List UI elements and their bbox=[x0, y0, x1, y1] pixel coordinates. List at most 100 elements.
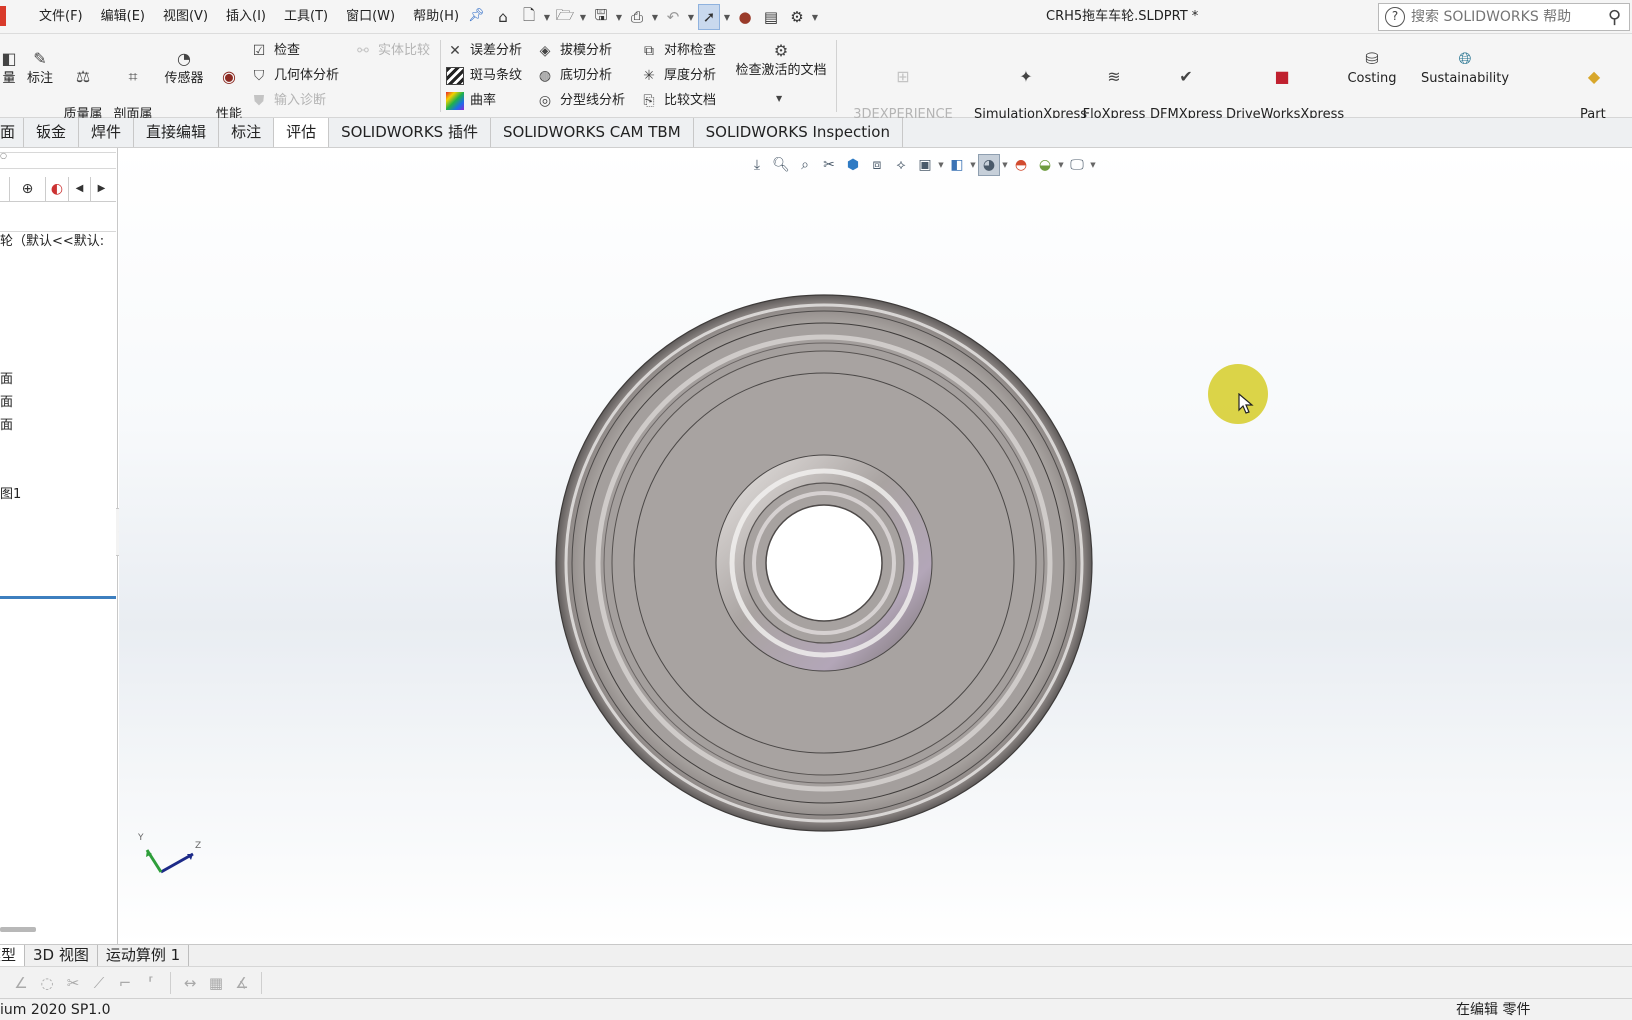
graphics-area[interactable]: ⤓ 🔍︎ ⌕ ✂ ⬢ ⧈ ⟡ ▣ ▼ ◧ ▼ ◕ ▼ ◓ ◒ ▼ 🖵︎ ▼ Y … bbox=[119, 148, 1632, 944]
geometry-analysis-button[interactable]: ⛉ 几何体分析 bbox=[250, 66, 339, 86]
menu-window[interactable]: 窗口(W) bbox=[337, 0, 404, 34]
measure-icon: ◧ bbox=[1, 49, 17, 68]
undercut-analysis-label: 底切分析 bbox=[560, 68, 613, 83]
corner-rectangle-icon[interactable]: ⌐ bbox=[112, 974, 138, 992]
edit-mode-label: 在编辑 零件 bbox=[1456, 1002, 1531, 1018]
panel-horizontal-scrollbar[interactable] bbox=[0, 927, 36, 932]
tree-part-node[interactable]: 轮（默认<<默认: bbox=[0, 230, 104, 249]
tab-solidworks-cam-tbm[interactable]: SOLIDWORKS CAM TBM bbox=[490, 118, 694, 147]
zebra-stripes-button[interactable]: 斑马条纹 bbox=[446, 66, 522, 86]
draft-analysis-button[interactable]: ◈ 拔模分析 bbox=[536, 41, 612, 61]
help-icon[interactable]: ? bbox=[1385, 7, 1405, 27]
save-dropdown-icon[interactable]: ▼ bbox=[614, 13, 624, 22]
menu-edit[interactable]: 编辑(E) bbox=[92, 0, 154, 34]
options-dropdown-icon[interactable]: ▼ bbox=[810, 13, 820, 22]
tab-solidworks-inspection[interactable]: SOLIDWORKS Inspection bbox=[693, 118, 903, 147]
select-pointer-icon[interactable]: ➚ bbox=[698, 4, 720, 30]
angle-dimension-icon[interactable]: ∡ bbox=[229, 974, 255, 992]
grid-icon[interactable]: ▦ bbox=[203, 974, 229, 992]
tab-weldments[interactable]: 焊件 bbox=[79, 118, 135, 147]
home-icon[interactable]: ⌂ bbox=[492, 4, 514, 30]
tab-evaluate[interactable]: 评估 bbox=[274, 118, 330, 147]
zebra-stripes-icon bbox=[446, 67, 464, 85]
menu-view[interactable]: 视图(V) bbox=[154, 0, 217, 34]
construction-line-icon[interactable]: ⟋ bbox=[86, 974, 112, 992]
file-properties-icon[interactable]: ▤ bbox=[760, 4, 782, 30]
tab-solidworks-addins[interactable]: SOLIDWORKS 插件 bbox=[329, 118, 491, 147]
import-diagnostics-button[interactable]: ⛊ 输入诊断 bbox=[250, 91, 326, 111]
undo-icon[interactable]: ↶ bbox=[662, 4, 684, 30]
centerpoint-rectangle-icon[interactable]: ⸢ bbox=[138, 974, 164, 992]
parting-line-analysis-button[interactable]: ◎ 分型线分析 bbox=[536, 91, 625, 111]
save-icon[interactable]: 🖫︎ bbox=[590, 4, 612, 30]
manager-tab-partial[interactable] bbox=[0, 176, 10, 201]
circle-tool-icon[interactable]: ◌ bbox=[34, 974, 60, 992]
select-dropdown-icon[interactable]: ▼ bbox=[722, 13, 732, 22]
new-document-icon[interactable]: 🗋︎ bbox=[518, 4, 540, 30]
measure-button[interactable]: ◧ 量 bbox=[0, 48, 18, 88]
wheel-model[interactable] bbox=[119, 148, 1632, 944]
check-active-document-button[interactable]: ⚙ 检查激活的文档 bbox=[730, 40, 832, 80]
line-tool-icon[interactable]: ∠ bbox=[8, 974, 34, 992]
solidworks-logo-icon[interactable] bbox=[0, 6, 6, 26]
smart-dimension-icon[interactable]: ↔ bbox=[177, 974, 203, 992]
undercut-analysis-button[interactable]: ◍ 底切分析 bbox=[536, 66, 612, 86]
open-dropdown-icon[interactable]: ▼ bbox=[578, 13, 588, 22]
pin-menu-icon[interactable]: 📌︎ bbox=[468, 8, 485, 23]
triad-z-label: Z bbox=[195, 841, 201, 851]
axle-bore-hole bbox=[765, 504, 883, 622]
tree-top-plane[interactable]: 面 bbox=[0, 391, 13, 410]
tree-front-plane[interactable]: 面 bbox=[0, 368, 13, 387]
tab-motion-study-1[interactable]: 运动算例 1 bbox=[98, 945, 190, 966]
compare-solid-button[interactable]: ⚯ 实体比较 bbox=[354, 41, 430, 61]
thickness-analysis-button[interactable]: ✳ 厚度分析 bbox=[640, 66, 716, 86]
new-dropdown-icon[interactable]: ▼ bbox=[542, 13, 552, 22]
display-manager-icon[interactable]: ◐ bbox=[46, 177, 68, 201]
tab-sheet-metal[interactable]: 钣金 bbox=[24, 118, 80, 147]
sustainability-button[interactable]: 🌐︎ Sustainability bbox=[1412, 48, 1518, 88]
curvature-icon bbox=[446, 92, 464, 110]
print-icon[interactable]: ⎙ bbox=[626, 4, 648, 30]
trim-tool-icon[interactable]: ✂ bbox=[60, 974, 86, 992]
dimxpert-manager-icon[interactable]: ⊕ bbox=[10, 176, 46, 201]
tree-sketch-node[interactable]: 图1 bbox=[0, 483, 21, 502]
tab-scroll-right-icon[interactable]: ▶ bbox=[90, 176, 112, 201]
tab-surfaces[interactable]: 面 bbox=[0, 118, 25, 147]
geometry-analysis-label: 几何体分析 bbox=[274, 68, 340, 83]
menu-file[interactable]: 文件(F) bbox=[30, 0, 92, 34]
tab-direct-editing[interactable]: 直接编辑 bbox=[134, 118, 220, 147]
check-active-document-label: 检查激活的文档 bbox=[735, 63, 827, 78]
options-gear-icon[interactable]: ⚙ bbox=[786, 4, 808, 30]
tab-model[interactable]: 模型 bbox=[0, 945, 26, 966]
menu-help[interactable]: 帮助(H) bbox=[404, 0, 468, 34]
open-icon[interactable]: 🗁︎ bbox=[554, 4, 576, 30]
traffic-light-icon[interactable]: ● bbox=[734, 4, 756, 30]
deviation-analysis-button[interactable]: ✕ 误差分析 bbox=[446, 41, 522, 61]
thickness-analysis-icon: ✳ bbox=[643, 68, 655, 84]
print-dropdown-icon[interactable]: ▼ bbox=[650, 13, 660, 22]
curvature-button[interactable]: 曲率 bbox=[446, 91, 496, 111]
parting-line-analysis-icon: ◎ bbox=[538, 93, 552, 109]
tab-scroll-left-icon[interactable]: ◀ bbox=[68, 176, 90, 201]
symmetry-check-button[interactable]: ⧉ 对称检查 bbox=[640, 41, 716, 61]
tab-3d-views[interactable]: 3D 视图 bbox=[25, 945, 98, 966]
sensor-button[interactable]: ◔ 传感器 bbox=[160, 48, 208, 88]
menu-tools[interactable]: 工具(T) bbox=[275, 0, 337, 34]
floxpress-icon: ≋ bbox=[1107, 67, 1121, 86]
undo-dropdown-icon[interactable]: ▼ bbox=[686, 13, 696, 22]
tree-right-plane[interactable]: 面 bbox=[0, 414, 13, 433]
more-dropdown-icon[interactable]: ▼ bbox=[776, 94, 782, 103]
check-button[interactable]: ☑ 检查 bbox=[250, 41, 300, 61]
menu-insert[interactable]: 插入(I) bbox=[217, 0, 275, 34]
deviation-analysis-label: 误差分析 bbox=[470, 43, 523, 58]
help-search-input[interactable] bbox=[1411, 9, 1591, 25]
tree-rollback-bar[interactable] bbox=[0, 596, 116, 599]
compare-documents-label: 比较文档 bbox=[664, 93, 717, 108]
section-properties-icon: ⌗ bbox=[128, 67, 138, 86]
search-icon[interactable]: ⚲ bbox=[1608, 7, 1621, 28]
markup-button[interactable]: ✎ 标注 bbox=[22, 48, 58, 88]
filter-icon[interactable]: ○ bbox=[0, 151, 7, 160]
tab-markup[interactable]: 标注 bbox=[219, 118, 275, 147]
costing-button[interactable]: ⛁ Costing bbox=[1340, 48, 1404, 88]
compare-documents-button[interactable]: ⎘ 比较文档 bbox=[640, 91, 716, 111]
